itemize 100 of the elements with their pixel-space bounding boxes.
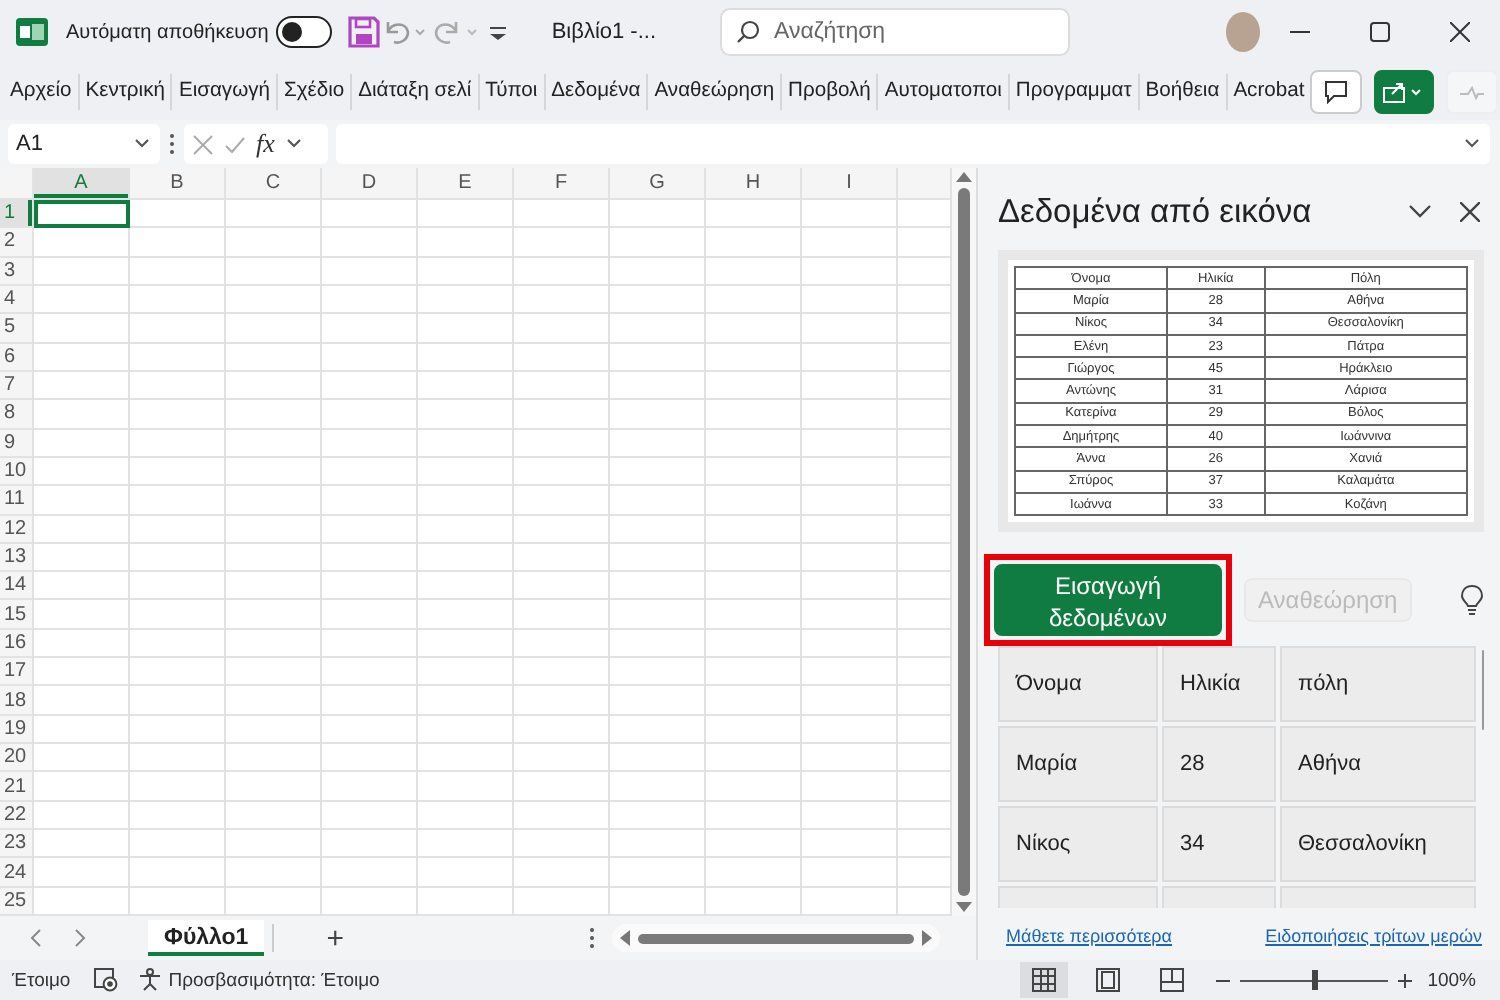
grid-cell[interactable]: [610, 830, 706, 859]
grid-cell[interactable]: [322, 715, 418, 745]
grid-cell[interactable]: [802, 715, 898, 745]
grid-cell[interactable]: [610, 600, 706, 630]
grid-cell[interactable]: [802, 515, 898, 544]
grid-cell[interactable]: [610, 772, 706, 802]
column-header[interactable]: C: [226, 168, 322, 200]
grid-cell[interactable]: [130, 830, 226, 859]
row-header[interactable]: 6: [0, 343, 34, 372]
grid-cell[interactable]: [34, 830, 130, 859]
grid-cell[interactable]: [226, 686, 322, 716]
grid-cell[interactable]: [610, 457, 706, 487]
link[interactable]: Ειδοποιήσεις τρίτων μερών: [1265, 926, 1482, 946]
grid-cell[interactable]: [226, 715, 322, 745]
grid-cell[interactable]: [130, 457, 226, 487]
row-header[interactable]: 15: [0, 600, 34, 630]
grid-cell[interactable]: [610, 801, 706, 831]
grid-cell[interactable]: [226, 400, 322, 430]
grid-cell[interactable]: [418, 257, 514, 286]
row-header[interactable]: 23: [0, 830, 34, 859]
grid-cell[interactable]: [418, 371, 514, 401]
grid-cell[interactable]: [226, 600, 322, 630]
grid-cell[interactable]: [514, 600, 610, 630]
grid-cell[interactable]: [610, 314, 706, 344]
grid-cell[interactable]: [226, 858, 322, 888]
grid-cell[interactable]: [34, 314, 130, 344]
grid-cell[interactable]: [130, 400, 226, 430]
selected-cell[interactable]: [34, 200, 130, 229]
grid-cell[interactable]: [418, 429, 514, 458]
grid-cell[interactable]: [802, 371, 898, 401]
grid-cell[interactable]: [610, 515, 706, 544]
grid-cell[interactable]: [706, 486, 802, 516]
row-header[interactable]: 4: [0, 285, 34, 315]
grid-cell[interactable]: [418, 457, 514, 487]
grid-cell[interactable]: [802, 486, 898, 516]
grid-cell[interactable]: [130, 629, 226, 659]
grid-cell[interactable]: [34, 801, 130, 831]
grid-cell[interactable]: [802, 200, 898, 229]
grid-cell[interactable]: [322, 257, 418, 286]
grid-cell[interactable]: [130, 600, 226, 630]
grid-cell[interactable]: [226, 200, 322, 229]
grid-cell[interactable]: [418, 858, 514, 888]
grid-cell[interactable]: [610, 543, 706, 573]
row-header[interactable]: 12: [0, 515, 34, 544]
more-icon[interactable]: [168, 132, 176, 156]
grid-cell[interactable]: [706, 600, 802, 630]
accessibility-icon[interactable]: [138, 968, 163, 992]
grid-cell[interactable]: [418, 629, 514, 659]
grid-cell[interactable]: [322, 200, 418, 229]
ribbon-tab[interactable]: Αυτοματοποι: [876, 74, 1008, 110]
grid-cell[interactable]: [514, 830, 610, 859]
grid-cell[interactable]: [34, 858, 130, 888]
grid-cell[interactable]: [514, 772, 610, 802]
grid-cell[interactable]: [514, 343, 610, 372]
row-header[interactable]: 7: [0, 371, 34, 401]
row-header[interactable]: 3: [0, 257, 34, 286]
grid-cell[interactable]: [34, 543, 130, 573]
grid-cell[interactable]: [226, 629, 322, 659]
ribbon-tab[interactable]: Εισαγωγή: [170, 74, 276, 110]
grid-cell[interactable]: [706, 658, 802, 687]
zoom-in-icon[interactable]: [1397, 973, 1412, 987]
search-field[interactable]: Αναζήτηση: [720, 8, 1071, 56]
grid-cell[interactable]: [34, 715, 130, 745]
grid-cell[interactable]: [418, 772, 514, 802]
ribbon-tab[interactable]: Σχέδιο: [275, 74, 351, 110]
sheet-tab[interactable]: Φύλλο1: [148, 920, 265, 956]
grid-cell[interactable]: [322, 600, 418, 630]
grid-cell[interactable]: [322, 371, 418, 401]
grid-cell[interactable]: [514, 801, 610, 831]
grid-cell[interactable]: [34, 457, 130, 487]
grid-cell[interactable]: [34, 486, 130, 516]
grid-cell[interactable]: [802, 543, 898, 573]
more-icon[interactable]: [587, 926, 596, 950]
column-header[interactable]: I: [802, 168, 898, 200]
grid-cell[interactable]: [226, 343, 322, 372]
grid-cell[interactable]: [34, 658, 130, 687]
scroll-down-icon[interactable]: [956, 902, 972, 912]
grid-cell[interactable]: [418, 658, 514, 687]
grid-cell[interactable]: [610, 343, 706, 372]
grid-cell[interactable]: [322, 801, 418, 831]
grid-cell[interactable]: [418, 744, 514, 773]
grid-cell[interactable]: [130, 314, 226, 344]
column-header[interactable]: A: [34, 168, 130, 200]
grid-cell[interactable]: [418, 715, 514, 745]
row-header[interactable]: 25: [0, 887, 34, 916]
grid-cell[interactable]: [706, 371, 802, 401]
grid-cell[interactable]: [802, 572, 898, 601]
grid-cell[interactable]: [130, 572, 226, 601]
ribbon-tab[interactable]: Βοήθεια: [1137, 74, 1226, 110]
ribbon-tab[interactable]: Αναθεώρηση: [646, 74, 781, 110]
grid-cell[interactable]: [610, 629, 706, 659]
grid-cell[interactable]: [226, 515, 322, 544]
grid-cell[interactable]: [610, 744, 706, 773]
column-header[interactable]: H: [706, 168, 802, 200]
grid-cell[interactable]: [610, 658, 706, 687]
cancel-icon[interactable]: [192, 133, 214, 155]
row-header[interactable]: 2: [0, 228, 34, 258]
lightbulb-icon[interactable]: [1460, 584, 1484, 617]
grid-cell[interactable]: [706, 744, 802, 773]
grid-cell[interactable]: [514, 572, 610, 601]
